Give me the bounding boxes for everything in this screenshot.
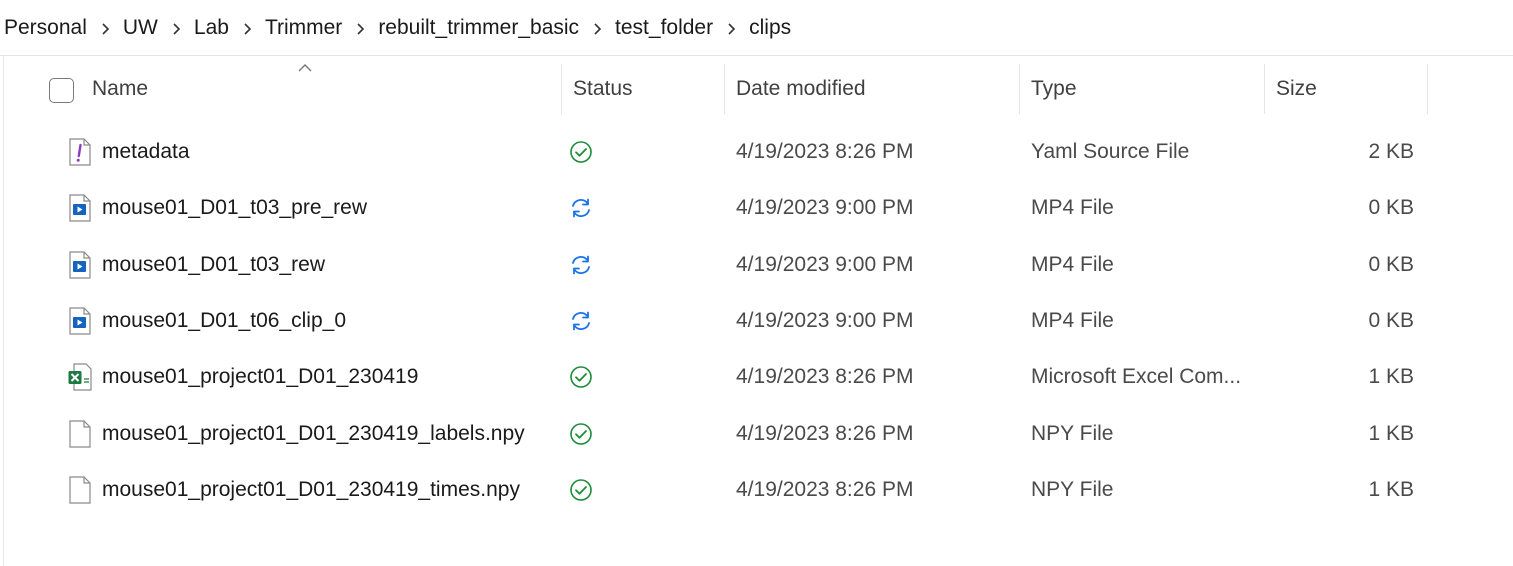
synced-check-icon bbox=[569, 462, 593, 518]
file-name[interactable]: mouse01_project01_D01_230419_times.npy bbox=[102, 462, 520, 518]
breadcrumb: Personal UW Lab Trimmer rebuilt_trimmer_… bbox=[0, 0, 1513, 56]
file-type: MP4 File bbox=[1031, 252, 1114, 276]
file-size: 0 KB bbox=[1368, 196, 1414, 220]
breadcrumb-item-personal[interactable]: Personal bbox=[4, 16, 87, 40]
file-name[interactable]: mouse01_D01_t03_rew bbox=[102, 237, 325, 293]
breadcrumb-item-lab[interactable]: Lab bbox=[194, 16, 229, 40]
file-type: NPY File bbox=[1031, 477, 1114, 501]
column-header-size[interactable]: Size bbox=[1276, 64, 1317, 114]
synced-check-icon bbox=[569, 124, 593, 180]
file-date-modified: 4/19/2023 9:00 PM bbox=[736, 308, 914, 332]
breadcrumb-item-uw[interactable]: UW bbox=[123, 16, 158, 40]
chevron-right-icon bbox=[158, 19, 194, 37]
file-type: Yaml Source File bbox=[1031, 140, 1190, 163]
sort-ascending-icon bbox=[298, 64, 312, 72]
file-size: 1 KB bbox=[1368, 477, 1414, 501]
file-size: 1 KB bbox=[1368, 421, 1414, 445]
file-date-modified: 4/19/2023 9:00 PM bbox=[736, 252, 914, 276]
file-row[interactable]: mouse01_D01_t03_pre_rew 4/19/2023 9:00 PM… bbox=[0, 180, 1513, 236]
column-header-date-modified[interactable]: Date modified bbox=[736, 64, 866, 114]
column-divider[interactable] bbox=[1019, 64, 1020, 114]
breadcrumb-item-test-folder[interactable]: test_folder bbox=[615, 16, 713, 40]
file-type: MP4 File bbox=[1031, 196, 1114, 220]
sync-pending-icon bbox=[569, 293, 593, 349]
column-divider[interactable] bbox=[724, 64, 725, 114]
file-size: 2 KB bbox=[1368, 140, 1414, 163]
file-row[interactable]: mouse01_D01_t06_clip_0 4/19/2023 9:00 PM M… bbox=[0, 293, 1513, 349]
file-size: 0 KB bbox=[1368, 308, 1414, 332]
video-file-icon bbox=[68, 251, 92, 279]
column-divider[interactable] bbox=[1264, 64, 1265, 114]
file-type: NPY File bbox=[1031, 421, 1114, 445]
breadcrumb-item-rebuilt-trimmer-basic[interactable]: rebuilt_trimmer_basic bbox=[378, 16, 579, 40]
video-file-icon bbox=[68, 194, 92, 222]
video-file-icon bbox=[68, 307, 92, 335]
file-date-modified: 4/19/2023 8:26 PM bbox=[736, 365, 914, 389]
blank-file-icon bbox=[68, 420, 92, 448]
file-date-modified: 4/19/2023 8:26 PM bbox=[736, 140, 914, 163]
file-date-modified: 4/19/2023 9:00 PM bbox=[736, 196, 914, 220]
file-name[interactable]: mouse01_D01_t06_clip_0 bbox=[102, 293, 346, 349]
file-type: MP4 File bbox=[1031, 308, 1114, 332]
excel-file-icon bbox=[68, 363, 92, 391]
file-row[interactable]: mouse01_D01_t03_rew 4/19/2023 9:00 PM MP4 … bbox=[0, 237, 1513, 293]
file-date-modified: 4/19/2023 8:26 PM bbox=[736, 421, 914, 445]
file-size: 1 KB bbox=[1368, 365, 1414, 389]
file-row[interactable]: metadata 4/19/2023 8:26 PM Yaml Source Fil… bbox=[0, 124, 1513, 180]
breadcrumb-item-clips[interactable]: clips bbox=[749, 16, 791, 40]
blank-file-icon bbox=[68, 476, 92, 504]
file-name[interactable]: mouse01_project01_D01_230419 bbox=[102, 349, 418, 405]
chevron-right-icon bbox=[87, 19, 123, 37]
select-all-checkbox[interactable] bbox=[49, 78, 74, 103]
column-header-status[interactable]: Status bbox=[573, 64, 633, 114]
file-row[interactable]: mouse01_project01_D01_230419_times.npy 4/… bbox=[0, 462, 1513, 518]
file-type: Microsoft Excel Com... bbox=[1031, 365, 1242, 389]
column-divider[interactable] bbox=[561, 64, 562, 114]
chevron-right-icon bbox=[713, 19, 749, 37]
chevron-right-icon bbox=[342, 19, 378, 37]
chevron-right-icon bbox=[229, 19, 265, 37]
chevron-right-icon bbox=[579, 19, 615, 37]
column-divider[interactable] bbox=[1427, 64, 1428, 114]
synced-check-icon bbox=[569, 406, 593, 462]
file-date-modified: 4/19/2023 8:26 PM bbox=[736, 477, 914, 501]
breadcrumb-item-trimmer[interactable]: Trimmer bbox=[265, 16, 342, 40]
file-name[interactable]: mouse01_project01_D01_230419_labels.npy bbox=[102, 406, 525, 462]
column-header-row: Name Status Date modified Type Size bbox=[0, 56, 1513, 124]
file-row[interactable]: mouse01_project01_D01_230419 4/19/2023 8:… bbox=[0, 349, 1513, 405]
sync-pending-icon bbox=[569, 237, 593, 293]
column-header-name[interactable]: Name bbox=[92, 64, 148, 114]
file-row[interactable]: mouse01_project01_D01_230419_labels.npy 4… bbox=[0, 406, 1513, 462]
synced-check-icon bbox=[569, 349, 593, 405]
file-name[interactable]: mouse01_D01_t03_pre_rew bbox=[102, 180, 367, 236]
file-name[interactable]: metadata bbox=[102, 124, 190, 180]
yaml-file-icon bbox=[68, 138, 92, 166]
column-header-type[interactable]: Type bbox=[1031, 64, 1077, 114]
sync-pending-icon bbox=[569, 180, 593, 236]
file-size: 0 KB bbox=[1368, 252, 1414, 276]
